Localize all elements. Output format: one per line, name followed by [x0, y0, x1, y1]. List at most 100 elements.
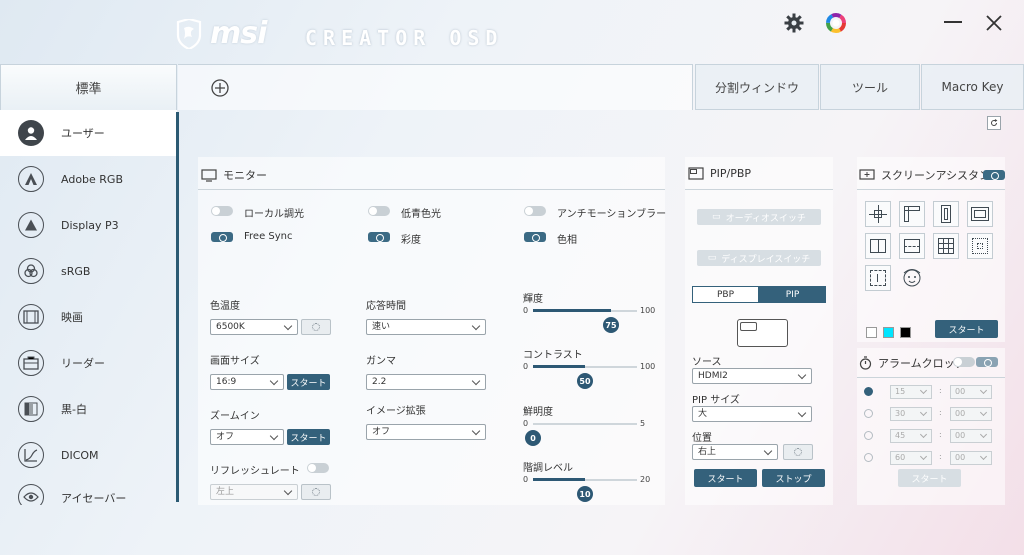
screen-size-start-button[interactable]: スタート [287, 374, 330, 390]
ruler-icon[interactable] [899, 201, 925, 227]
local-dimming-toggle[interactable] [211, 206, 233, 216]
pip-mode-button[interactable]: PIP [759, 286, 826, 303]
sharpness-slider-value[interactable]: 0 [525, 430, 541, 446]
source-select[interactable]: HDMI2 [692, 368, 812, 384]
vertical-split-icon[interactable] [865, 233, 891, 259]
alarm-minutes-1[interactable]: 15 [890, 385, 932, 399]
alarm-start-button[interactable]: スタート [898, 469, 961, 487]
color-swatch-cyan[interactable] [883, 327, 894, 338]
gradation-slider-track[interactable] [533, 478, 637, 481]
color-temp-select[interactable]: 6500K [210, 319, 298, 335]
saturation-setting-button[interactable] [368, 232, 390, 242]
srgb-icon [18, 258, 44, 284]
tab-tools[interactable]: ツール [820, 64, 920, 110]
pbp-mode-button[interactable]: PBP [692, 286, 759, 303]
color-swatch-black[interactable] [900, 327, 911, 338]
tab-macro-key[interactable]: Macro Key [921, 64, 1024, 110]
face-guide-icon[interactable] [899, 265, 925, 291]
sidebar-item-user[interactable]: ユーザー [0, 110, 177, 156]
alarm-minutes-4[interactable]: 60 [890, 451, 932, 465]
position-settings-button[interactable] [783, 444, 813, 460]
pip-section-title: PIP/PBP [688, 167, 751, 180]
image-enhance-select[interactable]: オフ [366, 424, 486, 440]
alarm-radio-2[interactable] [864, 409, 873, 418]
zoom-in-select[interactable]: オフ [210, 429, 284, 445]
center-crosshair-icon[interactable] [865, 201, 891, 227]
alarm-seconds-4[interactable]: 00 [950, 451, 992, 465]
alarm-seconds-1[interactable]: 00 [950, 385, 992, 399]
pip-start-button[interactable]: スタート [694, 469, 757, 487]
alarm-minutes-2[interactable]: 30 [890, 407, 932, 421]
contrast-label: コントラスト [523, 350, 583, 361]
image-enhance-label: イメージ拡張 [366, 406, 426, 417]
sidebar-item-srgb[interactable]: sRGB [0, 248, 177, 294]
brightness-slider-value[interactable]: 75 [603, 317, 619, 333]
low-blue-light-toggle[interactable] [368, 206, 390, 216]
sidebar-item-reader[interactable]: リーダー [0, 340, 177, 386]
pip-icon [688, 167, 704, 180]
screen-assist-start-button[interactable]: スタート [935, 320, 998, 338]
sharpness-min-label: 0 [523, 419, 529, 428]
color-swatch-white[interactable] [866, 327, 877, 338]
anti-motion-blur-toggle[interactable] [524, 206, 546, 216]
zoom-in-start-button[interactable]: スタート [287, 429, 330, 445]
audio-switch-button[interactable]: ▭ オーディオスイッチ [697, 209, 821, 225]
sidebar-item-adobe-rgb[interactable]: Adobe RGB [0, 156, 177, 202]
tab-standard[interactable]: 標準 [0, 64, 177, 110]
response-time-select[interactable]: 速い [366, 319, 486, 335]
sidebar-item-display-p3[interactable]: Display P3 [0, 202, 177, 248]
color-wheel-icon[interactable] [826, 13, 846, 33]
refresh-rate-settings-button[interactable] [301, 484, 331, 500]
contrast-slider-value[interactable]: 50 [577, 373, 593, 389]
grid-icon[interactable] [933, 233, 959, 259]
alarm-seconds-3[interactable]: 00 [950, 429, 992, 443]
position-select[interactable]: 右上 [692, 444, 778, 460]
refresh-rate-position-select[interactable]: 左上 [210, 484, 298, 500]
pip-stop-button[interactable]: ストップ [762, 469, 825, 487]
settings-gear-icon[interactable] [784, 13, 804, 33]
sidebar-item-black-white[interactable]: 黒-白 [0, 386, 177, 432]
display-switch-button[interactable]: ▭ ディスプレイスイッチ [697, 250, 821, 266]
contrast-max-label: 100 [640, 362, 656, 371]
sharpness-max-label: 5 [640, 419, 646, 428]
contrast-slider-track[interactable] [533, 365, 637, 368]
alarm-seconds-2[interactable]: 00 [950, 407, 992, 421]
sidebar-item-eye-saver[interactable]: アイセーバー [0, 478, 177, 505]
horizontal-split-icon[interactable] [899, 233, 925, 259]
alarm-minutes-3[interactable]: 45 [890, 429, 932, 443]
adobe-rgb-icon [18, 166, 44, 192]
color-temp-settings-button[interactable] [301, 319, 331, 335]
alarm-setting-button[interactable] [976, 357, 998, 367]
alarm-radio-3[interactable] [864, 431, 873, 440]
brightness-slider-track[interactable] [533, 309, 637, 312]
pip-divider [685, 189, 833, 190]
gamma-select[interactable]: 2.2 [366, 374, 486, 390]
sharpness-slider-track[interactable] [533, 423, 637, 425]
close-icon[interactable] [985, 14, 1003, 32]
alarm-radio-4[interactable] [864, 453, 873, 462]
portrait-frame-icon[interactable] [933, 201, 959, 227]
minimize-icon[interactable] [944, 21, 962, 23]
landscape-frame-icon[interactable] [967, 201, 993, 227]
hue-setting-button[interactable] [524, 232, 546, 242]
dot-grid-icon[interactable] [967, 233, 993, 259]
gradation-slider-value[interactable]: 10 [577, 486, 593, 502]
screen-assist-setting-button[interactable] [983, 170, 1005, 180]
corner-marks-icon[interactable] [865, 265, 891, 291]
reset-button[interactable] [987, 116, 1001, 130]
refresh-rate-toggle[interactable] [307, 463, 329, 473]
alarm-title: アラームクロック [859, 355, 966, 371]
user-icon [18, 120, 44, 146]
screen-size-select[interactable]: 16:9 [210, 374, 284, 390]
alarm-toggle[interactable] [953, 357, 975, 367]
alarm-radio-1[interactable] [864, 387, 873, 396]
pip-size-select[interactable]: 大 [692, 406, 812, 422]
gamma-label: ガンマ [366, 356, 396, 367]
add-tab-button[interactable] [178, 64, 693, 110]
sidebar-item-movie[interactable]: 映画 [0, 294, 177, 340]
sidebar-item-dicom[interactable]: DICOM [0, 432, 177, 478]
gradation-max-label: 20 [640, 475, 651, 484]
free-sync-setting-button[interactable] [211, 232, 233, 242]
sidebar-scrollbar[interactable] [176, 112, 179, 502]
tab-split-window[interactable]: 分割ウィンドウ [695, 64, 819, 110]
